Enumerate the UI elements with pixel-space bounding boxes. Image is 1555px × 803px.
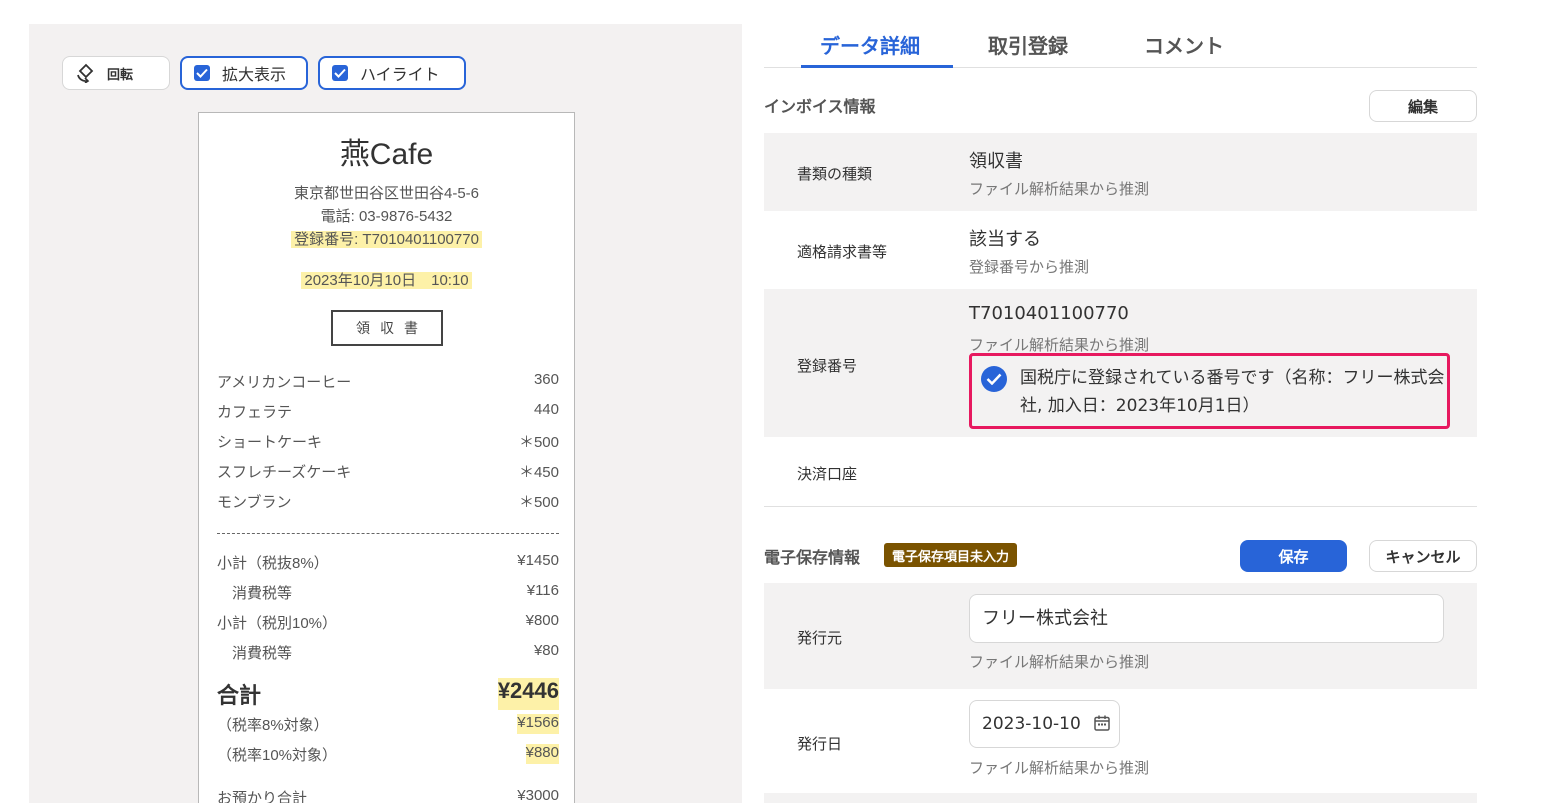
document-viewer: 回転 拡大表示 ハイライト 燕Cafe 東京都世田谷区世田谷4-5-6 電話: … (29, 24, 742, 803)
issue-date-hint: ファイル解析結果から推測 (969, 759, 1150, 777)
receipt-item: カフェラテ 440 (217, 401, 559, 421)
receipt-deposit: お預かり合計 ¥3000 (217, 787, 559, 803)
doc-type-label: 書類の種類 (797, 165, 873, 183)
issuer-label: 発行元 (797, 629, 843, 647)
next-row (764, 793, 1477, 803)
highlight-label: ハイライト (360, 65, 440, 84)
receipt-reg-no: 登録番号: T7010401100770 (291, 231, 482, 248)
zoom-label: 拡大表示 (222, 65, 287, 84)
account-row: 決済口座 (764, 437, 1477, 507)
reg-verification-box: 国税庁に登録されている番号です（名称：フリー株式会社, 加入日：2023年10月… (969, 353, 1450, 429)
checkbox-checked-icon (194, 65, 210, 81)
qualified-hint: 登録番号から推測 (969, 258, 1090, 276)
receipt-tax10: 消費税等 ¥80 (232, 642, 559, 662)
doc-type-hint: ファイル解析結果から推測 (969, 180, 1150, 198)
checkbox-checked-icon (332, 65, 348, 81)
status-badge: 電子保存項目未入力 (884, 543, 1018, 567)
receipt-subtotal8: 小計（税抜8%） ¥1450 (217, 552, 559, 572)
issue-date-value: 2023-10-10 (982, 714, 1081, 734)
receipt-rate10: （税率10%対象） ¥880 (217, 744, 559, 764)
rotate-label: 回転 (107, 67, 134, 83)
detail-panel: データ詳細 取引登録 コメント インボイス情報 編集 書類の種類 領収書 ファイ… (764, 0, 1477, 803)
receipt-subtotal10: 小計（税別10%） ¥800 (217, 612, 559, 632)
zoom-toggle[interactable]: 拡大表示 (180, 56, 308, 90)
receipt-image: 燕Cafe 東京都世田谷区世田谷4-5-6 電話: 03-9876-5432 登… (198, 112, 575, 803)
issue-date-label: 発行日 (797, 735, 843, 753)
issue-date-input[interactable]: 2023-10-10 (969, 700, 1120, 748)
reg-no-value: T7010401100770 (969, 303, 1129, 324)
reg-no-hint: ファイル解析結果から推測 (969, 336, 1150, 354)
receipt-item: アメリカンコーヒー 360 (217, 371, 559, 391)
qualified-label: 適格請求書等 (797, 243, 888, 261)
calendar-icon[interactable] (1093, 714, 1111, 732)
rotate-button[interactable]: 回転 (62, 56, 170, 90)
receipt-divider (217, 533, 559, 534)
qualified-value: 該当する (969, 229, 1041, 250)
doc-type-value: 領収書 (969, 151, 1023, 172)
receipt-total: 合計 ¥2446 (217, 678, 559, 710)
receipt-shop-name: 燕Cafe (339, 138, 434, 171)
receipt-datetime: 2023年10月10日 10:10 (301, 272, 472, 289)
qualified-row: 適格請求書等 該当する 登録番号から推測 (764, 211, 1477, 289)
receipt-item: モンブラン ＊500 (217, 494, 559, 511)
issuer-hint: ファイル解析結果から推測 (969, 653, 1150, 671)
invoice-section-title: インボイス情報 (764, 97, 876, 116)
reg-no-label: 登録番号 (797, 357, 858, 375)
tab-transaction-register[interactable]: 取引登録 (988, 30, 1068, 59)
highlight-toggle[interactable]: ハイライト (318, 56, 466, 90)
account-label: 決済口座 (797, 465, 858, 483)
storage-section-title: 電子保存情報 (764, 548, 861, 567)
receipt-item: スフレチーズケーキ ＊450 (217, 464, 559, 481)
reg-verification-text: 国税庁に登録されている番号です（名称：フリー株式会社, 加入日：2023年10月… (1020, 368, 1445, 416)
active-tab-indicator (801, 65, 953, 68)
receipt-rate8: （税率8%対象） ¥1566 (217, 714, 559, 734)
receipt-title: 領収書 (331, 310, 443, 346)
doc-type-row: 書類の種類 領収書 ファイル解析結果から推測 (764, 133, 1477, 211)
receipt-tax8: 消費税等 ¥116 (232, 582, 559, 602)
cancel-button[interactable]: キャンセル (1369, 540, 1477, 572)
issuer-input[interactable]: フリー株式会社 (969, 594, 1444, 643)
save-button[interactable]: 保存 (1240, 540, 1347, 572)
rotate-icon (77, 63, 94, 83)
tab-bar: データ詳細 取引登録 コメント (764, 0, 1477, 68)
receipt-phone: 電話: 03-9876-5432 (320, 208, 453, 225)
tab-data-detail[interactable]: データ詳細 (820, 30, 920, 59)
tab-comment[interactable]: コメント (1144, 30, 1224, 59)
issue-date-row: 発行日 ファイル解析結果から推測 (764, 689, 1477, 793)
edit-button[interactable]: 編集 (1369, 90, 1477, 122)
receipt-address: 東京都世田谷区世田谷4-5-6 (293, 185, 480, 202)
receipt-item: ショートケーキ ＊500 (217, 434, 559, 451)
check-circle-icon (981, 366, 1007, 392)
